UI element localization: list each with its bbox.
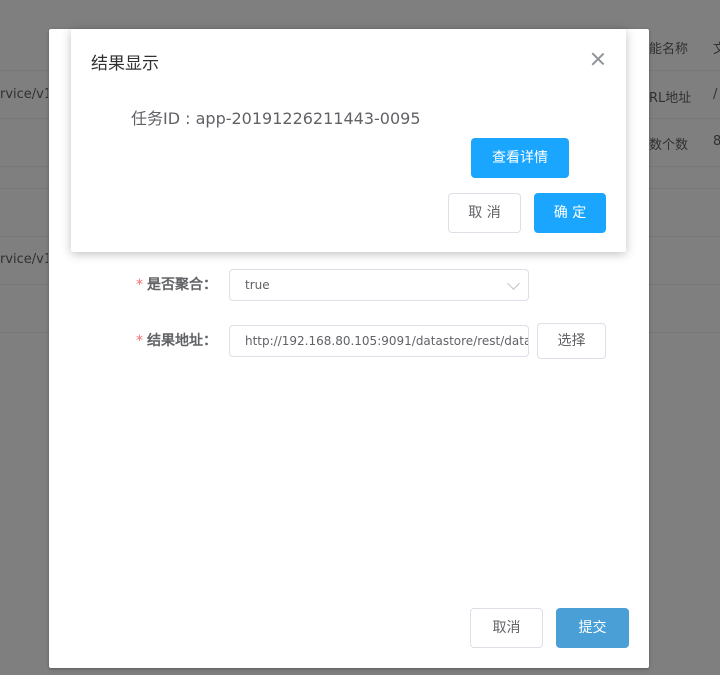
required-mark: *	[136, 333, 143, 349]
aggregate-select-value: true	[245, 278, 270, 292]
result-cancel-button[interactable]: 取 消	[448, 193, 521, 233]
aggregate-select[interactable]: true	[229, 269, 529, 301]
result-address-label: * 结果地址：	[119, 330, 217, 350]
form-cancel-button[interactable]: 取消	[470, 608, 543, 648]
aggregate-label: * 是否聚合：	[119, 274, 217, 294]
select-address-button[interactable]: 选择	[537, 323, 606, 359]
chevron-down-icon	[507, 277, 520, 290]
result-dialog-title: 结果显示	[91, 54, 159, 74]
view-details-button[interactable]: 查看详情	[471, 138, 569, 178]
form-submit-button[interactable]: 提交	[556, 608, 629, 648]
result-confirm-button[interactable]: 确 定	[534, 193, 606, 233]
task-id-text: 任务ID : app-20191226211443-0095	[131, 109, 421, 128]
close-icon[interactable]	[592, 53, 604, 65]
result-dialog: 结果显示 任务ID : app-20191226211443-0095 查看详情…	[71, 29, 626, 252]
aggregate-label-text: 是否聚合：	[147, 277, 217, 293]
required-mark: *	[136, 277, 143, 293]
result-address-value: http://192.168.80.105:9091/datastore/res…	[245, 334, 529, 348]
result-address-input[interactable]: http://192.168.80.105:9091/datastore/res…	[229, 325, 529, 357]
result-address-label-text: 结果地址：	[147, 333, 217, 349]
